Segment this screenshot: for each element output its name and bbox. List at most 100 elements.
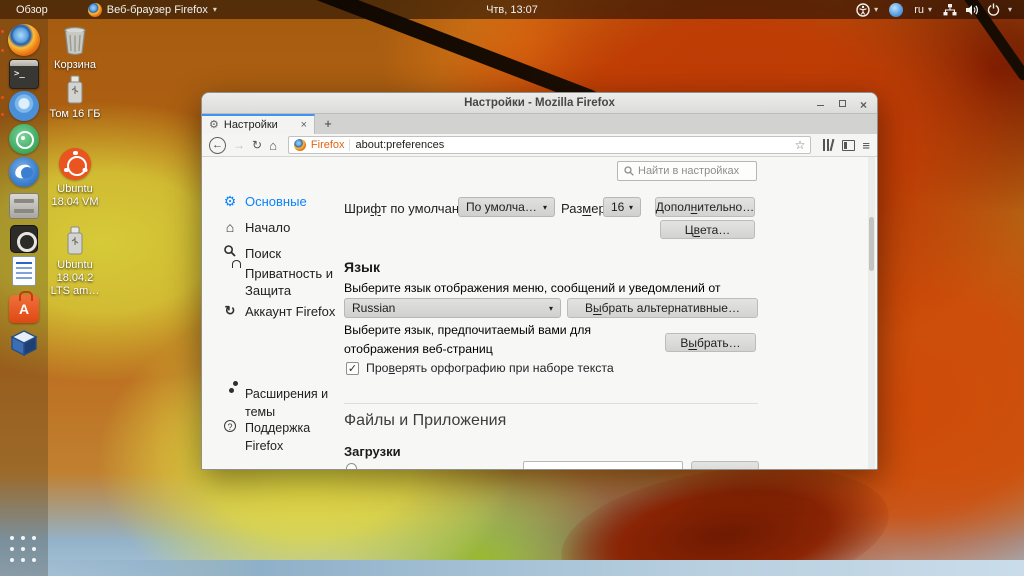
keyboard-layout-menu[interactable]: ru ▾ [914, 4, 932, 16]
section-divider [344, 403, 758, 404]
reload-button[interactable]: ↻ [252, 138, 262, 152]
sidebar-item-label: Расширения и темы [245, 387, 329, 419]
system-tray: ▾ ru ▾ ▾ [856, 0, 1024, 19]
gnome-top-bar: Обзор Веб-браузер Firefox ▾ Чтв, 13:07 ▾… [0, 0, 1024, 19]
desktop-icon-trash[interactable]: Корзина [47, 26, 103, 72]
scrollbar-thumb[interactable] [869, 217, 874, 271]
url-text: about:preferences [355, 139, 445, 151]
sky-strip [0, 560, 1024, 576]
download-path-input[interactable] [523, 461, 683, 469]
colors-button[interactable]: Цв ета… [660, 220, 755, 239]
help-icon: ? [222, 419, 238, 433]
home-button[interactable]: ⌂ [269, 138, 277, 153]
dock-thunderbird-icon[interactable] [8, 156, 40, 188]
dock-chromium-icon[interactable] [8, 90, 40, 122]
navigation-toolbar: ← → ↻ ⌂ Firefox about:preferences ☆ ≡ [202, 134, 877, 157]
dock-libreoffice-writer-icon[interactable] [8, 255, 40, 287]
sidebar-item-label: Аккаунт Firefox [245, 304, 336, 319]
sidebar-item-general[interactable]: ⚙ Основные [222, 193, 345, 210]
sidebar-item-label: Поддержка Firefox [245, 421, 311, 453]
activities-button[interactable]: Обзор [0, 4, 64, 16]
spellcheck-checkbox[interactable]: ✓ [346, 361, 359, 375]
desktop-icon-label: Том 16 ГБ [49, 108, 101, 120]
files-applications-heading: Файлы и Приложения [344, 412, 507, 429]
sidebar-item-privacy[interactable]: Приватность и Защита [222, 265, 345, 299]
ubuntu-dock [0, 19, 48, 576]
url-bar[interactable]: Firefox about:preferences ☆ [287, 136, 812, 154]
font-size-label: Размер [561, 201, 606, 216]
library-icon[interactable] [822, 138, 835, 152]
dock-firefox-icon[interactable] [8, 24, 40, 56]
search-icon [624, 166, 634, 176]
dock-ubuntu-software-icon[interactable] [8, 291, 40, 325]
tray-app-icon[interactable] [889, 2, 904, 17]
new-tab-button[interactable]: + [315, 114, 341, 134]
dock-terminal-icon[interactable] [8, 58, 40, 90]
sidebar-toggle-icon[interactable] [842, 139, 856, 151]
downloads-heading: Загрузки [344, 444, 401, 459]
default-font-label: Шрифт по умолчанию [344, 201, 477, 216]
accessibility-icon [856, 2, 870, 17]
dock-files-icon[interactable] [8, 190, 40, 222]
select-value: Russian [352, 301, 396, 315]
tab-bar: ⚙ Настройки × + [202, 114, 877, 134]
chevron-down-icon: ▾ [927, 5, 932, 14]
maximize-button[interactable] [838, 99, 847, 108]
virtualbox-icon [10, 330, 38, 357]
network-icon [943, 3, 957, 15]
desktop-icon-ubuntu-iso[interactable]: Ubuntu 18.04.2 LTS am… [47, 226, 103, 298]
dock-virtualbox-icon[interactable] [8, 328, 40, 360]
desktop: Обзор Веб-браузер Firefox ▾ Чтв, 13:07 ▾… [0, 0, 1024, 576]
preferences-page: Найти в настройках ⚙ Основные ⌂ Начало П… [202, 157, 877, 469]
spellcheck-row: ✓ Проверять орфографию при наборе текста [346, 361, 614, 375]
running-indicator [1, 30, 4, 33]
system-status-menu[interactable]: ▾ [943, 3, 1012, 16]
menu-hamburger-icon[interactable]: ≡ [862, 139, 870, 152]
desktop-icon-volume[interactable]: Том 16 ГБ [47, 75, 103, 121]
search-placeholder: Найти в настройках [638, 165, 740, 177]
gear-icon: ⚙ [209, 118, 219, 131]
window-titlebar[interactable]: Настройки - Mozilla Firefox [202, 93, 877, 115]
set-alternatives-button[interactable]: Вы брать альтернативные… [567, 298, 758, 318]
select-value: По умолча… [466, 200, 537, 214]
sidebar-item-support[interactable]: ? Поддержка Firefox [222, 419, 345, 455]
sidebar-item-home[interactable]: ⌂ Начало [222, 219, 345, 236]
dock-green-app-icon[interactable] [8, 123, 40, 155]
sidebar-item-firefox-account[interactable]: ↻ Аккаунт Firefox [222, 303, 345, 320]
back-button[interactable]: ← [209, 136, 226, 154]
keyboard-layout-label: ru [914, 3, 924, 16]
settings-search-input[interactable]: Найти в настройках [617, 161, 757, 181]
language-heading: Язык [344, 259, 380, 275]
dock-media-player-icon[interactable] [8, 223, 40, 255]
desktop-icon-label: Ubuntu 18.04 VM [51, 183, 99, 208]
save-files-radio[interactable] [346, 463, 357, 469]
forward-button[interactable]: → [233, 138, 245, 152]
accessibility-menu[interactable]: ▾ [856, 2, 879, 17]
sidebar-item-search[interactable]: Поиск [222, 245, 345, 262]
usb-drive-icon [67, 226, 83, 255]
chevron-down-icon: ▾ [874, 5, 879, 14]
desktop-icon-ubuntu-vm[interactable]: Ubuntu 18.04 VM [47, 148, 103, 209]
search-icon [222, 245, 238, 260]
trash-icon [64, 26, 86, 56]
window-title: Настройки - Mozilla Firefox [464, 97, 615, 109]
language-select[interactable]: Russian ▾ [344, 298, 561, 318]
tab-close-icon[interactable]: × [301, 119, 307, 131]
app-menu[interactable]: Веб-браузер Firefox ▾ [87, 2, 217, 17]
font-size-select[interactable]: 16 ▾ [603, 197, 641, 217]
tab-settings[interactable]: ⚙ Настройки × [202, 114, 315, 134]
sidebar-item-extensions[interactable]: Расширения и темы [222, 385, 345, 421]
minimize-button[interactable] [816, 99, 825, 108]
choose-language-button[interactable]: Вы брать… [665, 333, 756, 352]
browse-button[interactable] [691, 461, 759, 469]
scrollbar[interactable] [868, 157, 875, 469]
close-button[interactable] [860, 95, 869, 115]
chevron-down-icon: ▾ [1007, 5, 1012, 14]
fonts-advanced-button[interactable]: Допол н ительно… [655, 197, 755, 217]
default-font-select[interactable]: По умолча… ▾ [458, 197, 555, 217]
app-menu-label: Веб-браузер Firefox [106, 3, 208, 16]
show-applications-button[interactable] [10, 536, 38, 564]
power-icon [987, 3, 1000, 16]
bookmark-star-icon[interactable]: ☆ [795, 138, 806, 152]
webpage-language-desc: Выберите язык, предпочитаемый вами для о… [344, 323, 592, 356]
